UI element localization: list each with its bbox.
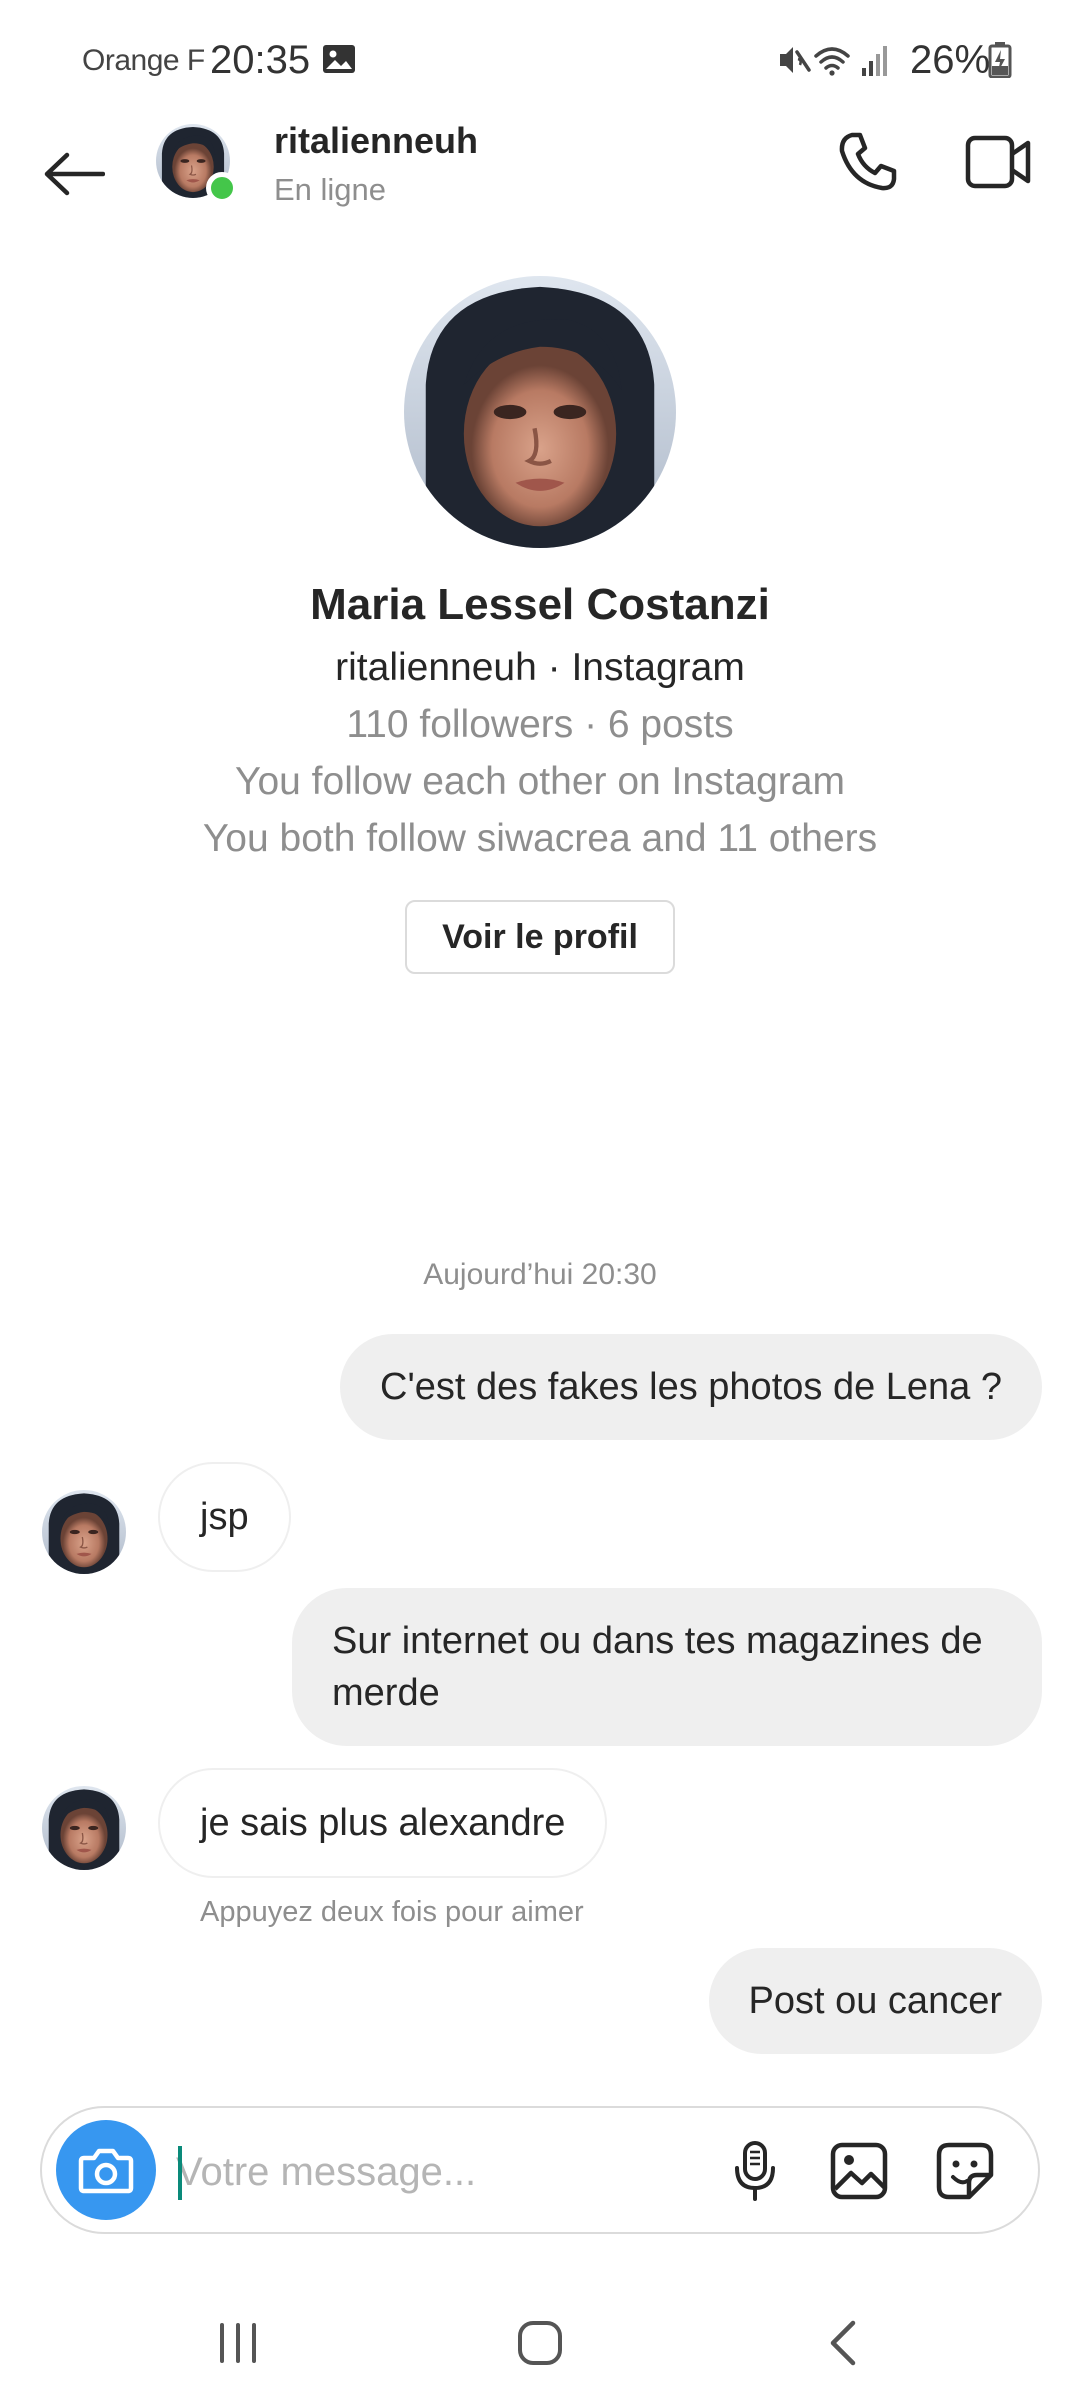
- double-tap-like-hint: Appuyez deux fois pour aimer: [200, 1896, 584, 1928]
- shared-follows-text: You both follow siwacrea and 11 others: [202, 817, 878, 860]
- message-sent[interactable]: C'est des fakes les photos de Lena ?: [340, 1334, 1042, 1440]
- system-navigation-bar: [0, 2290, 1080, 2400]
- sticker-icon: [936, 2142, 994, 2200]
- view-profile-button[interactable]: Voir le profil: [405, 900, 675, 974]
- mutual-follow-text: You follow each other on Instagram: [235, 760, 845, 803]
- back-icon: [830, 2320, 856, 2366]
- status-bar: Orange F 20:35 26%: [0, 0, 1080, 120]
- mute-icon: [780, 47, 811, 73]
- camera-icon: [78, 2148, 134, 2194]
- recent-apps-button[interactable]: [198, 2308, 278, 2378]
- message-avatar[interactable]: [42, 1786, 126, 1870]
- profile-handle: ritalienneuh · Instagram: [335, 646, 745, 689]
- message-sent[interactable]: Sur internet ou dans tes magazines de me…: [292, 1588, 1042, 1746]
- gallery-button[interactable]: [826, 2138, 892, 2204]
- wifi-icon: [814, 47, 850, 70]
- system-back-button[interactable]: [802, 2308, 882, 2378]
- voice-call-button[interactable]: [830, 124, 906, 200]
- microphone-icon: [735, 2141, 775, 2201]
- chat-header: ritalienneuh En ligne: [0, 120, 1080, 250]
- message-received[interactable]: je sais plus alexandre: [158, 1768, 608, 1878]
- message-sent[interactable]: Post ou cancer: [708, 1948, 1042, 2054]
- video-camera-icon: [965, 135, 1031, 189]
- gallery-notification-icon: [322, 44, 356, 74]
- dm-thread-screen: Orange F 20:35 26% ritalienneuh En ligne…: [0, 0, 1080, 2400]
- video-call-button[interactable]: [958, 124, 1038, 200]
- header-username[interactable]: ritalienneuh: [274, 120, 478, 162]
- online-status-text: En ligne: [274, 172, 387, 207]
- phone-icon: [839, 132, 897, 191]
- status-clock: 20:35: [210, 38, 311, 82]
- back-button[interactable]: [38, 138, 110, 210]
- signal-icon: [862, 46, 887, 76]
- profile-stats: 110 followers · 6 posts: [346, 703, 734, 746]
- message-composer: [40, 2106, 1040, 2234]
- battery-charging-icon: [988, 42, 1012, 79]
- system-status-icons: [776, 40, 896, 80]
- text-cursor: [178, 2146, 182, 2200]
- online-indicator: [206, 172, 238, 204]
- message-input[interactable]: [176, 2134, 736, 2210]
- home-icon: [518, 2321, 562, 2365]
- header-avatar[interactable]: [156, 124, 238, 204]
- voice-message-button[interactable]: [722, 2138, 788, 2204]
- carrier-label: Orange F: [82, 44, 205, 77]
- profile-avatar[interactable]: [404, 276, 676, 548]
- image-icon: [830, 2142, 888, 2200]
- back-arrow-icon: [44, 152, 105, 196]
- message-received[interactable]: jsp: [158, 1462, 291, 1572]
- sticker-button[interactable]: [932, 2138, 998, 2204]
- battery-percentage: 26%: [910, 38, 991, 82]
- conversation-timestamp: Aujourd’hui 20:30: [423, 1258, 657, 1291]
- message-avatar[interactable]: [42, 1490, 126, 1574]
- recent-apps-icon: [220, 2323, 256, 2363]
- camera-button[interactable]: [56, 2120, 156, 2220]
- home-button[interactable]: [500, 2308, 580, 2378]
- profile-name: Maria Lessel Costanzi: [310, 580, 770, 629]
